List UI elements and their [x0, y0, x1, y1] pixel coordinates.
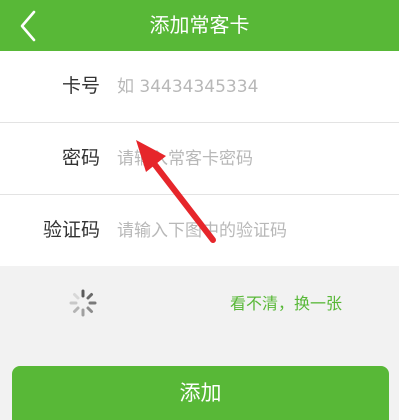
card-number-label: 卡号: [61, 75, 100, 97]
spinner-icon: [69, 289, 97, 317]
card-number-row: 卡号: [0, 51, 399, 122]
password-label: 密码: [61, 147, 100, 169]
navbar: 添加常客卡: [0, 0, 399, 51]
password-row: 密码: [0, 123, 399, 194]
captcha-row: 验证码: [0, 195, 399, 266]
card-number-input[interactable]: [117, 51, 387, 122]
card-form: 卡号 密码 验证码: [0, 51, 399, 266]
captcha-label: 验证码: [42, 219, 100, 241]
add-button[interactable]: 添加: [12, 366, 389, 420]
password-input[interactable]: [117, 123, 387, 194]
refresh-captcha-link[interactable]: 看不清，换一张: [230, 291, 342, 317]
captcha-input[interactable]: [117, 195, 387, 266]
page-title: 添加常客卡: [149, 13, 250, 37]
